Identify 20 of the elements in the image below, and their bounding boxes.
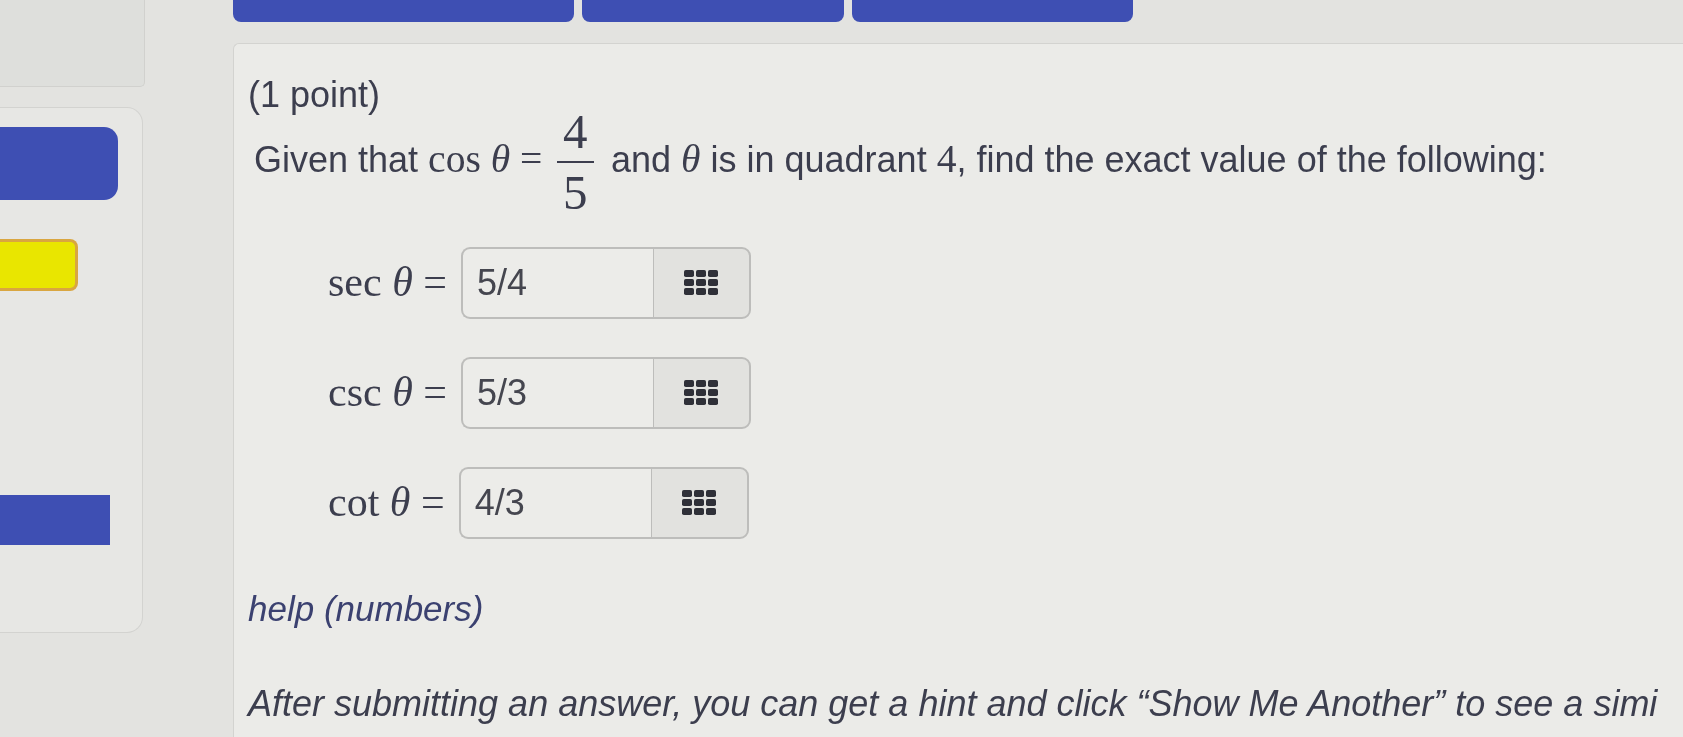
- answer-field[interactable]: 5/4: [460, 246, 653, 319]
- grid-icon: [684, 380, 719, 406]
- equation-editor-button[interactable]: [651, 356, 751, 429]
- nav-button[interactable]: [852, 0, 1133, 22]
- grid-icon: [682, 490, 717, 516]
- nav-button[interactable]: [582, 0, 844, 22]
- equation-editor-button[interactable]: [649, 466, 749, 539]
- nav-button[interactable]: [233, 0, 574, 22]
- equation-editor-button[interactable]: [651, 246, 751, 319]
- sidebar-button[interactable]: [0, 239, 78, 291]
- grid-icon: [684, 270, 719, 296]
- equation-label: csc θ =: [328, 368, 447, 418]
- equation-label: cot θ =: [328, 478, 445, 528]
- answer-field[interactable]: 5/3: [460, 356, 653, 429]
- answer-field[interactable]: 4/3: [458, 466, 651, 539]
- help-link[interactable]: help (numbers): [248, 582, 484, 636]
- equation-label: sec θ =: [328, 258, 447, 308]
- sidebar-button[interactable]: [0, 127, 118, 200]
- sidebar-button[interactable]: [0, 495, 110, 545]
- instruction-text: After submitting an answer, you can get a hint and click “Show Me Another” to see a simi: [248, 682, 1658, 727]
